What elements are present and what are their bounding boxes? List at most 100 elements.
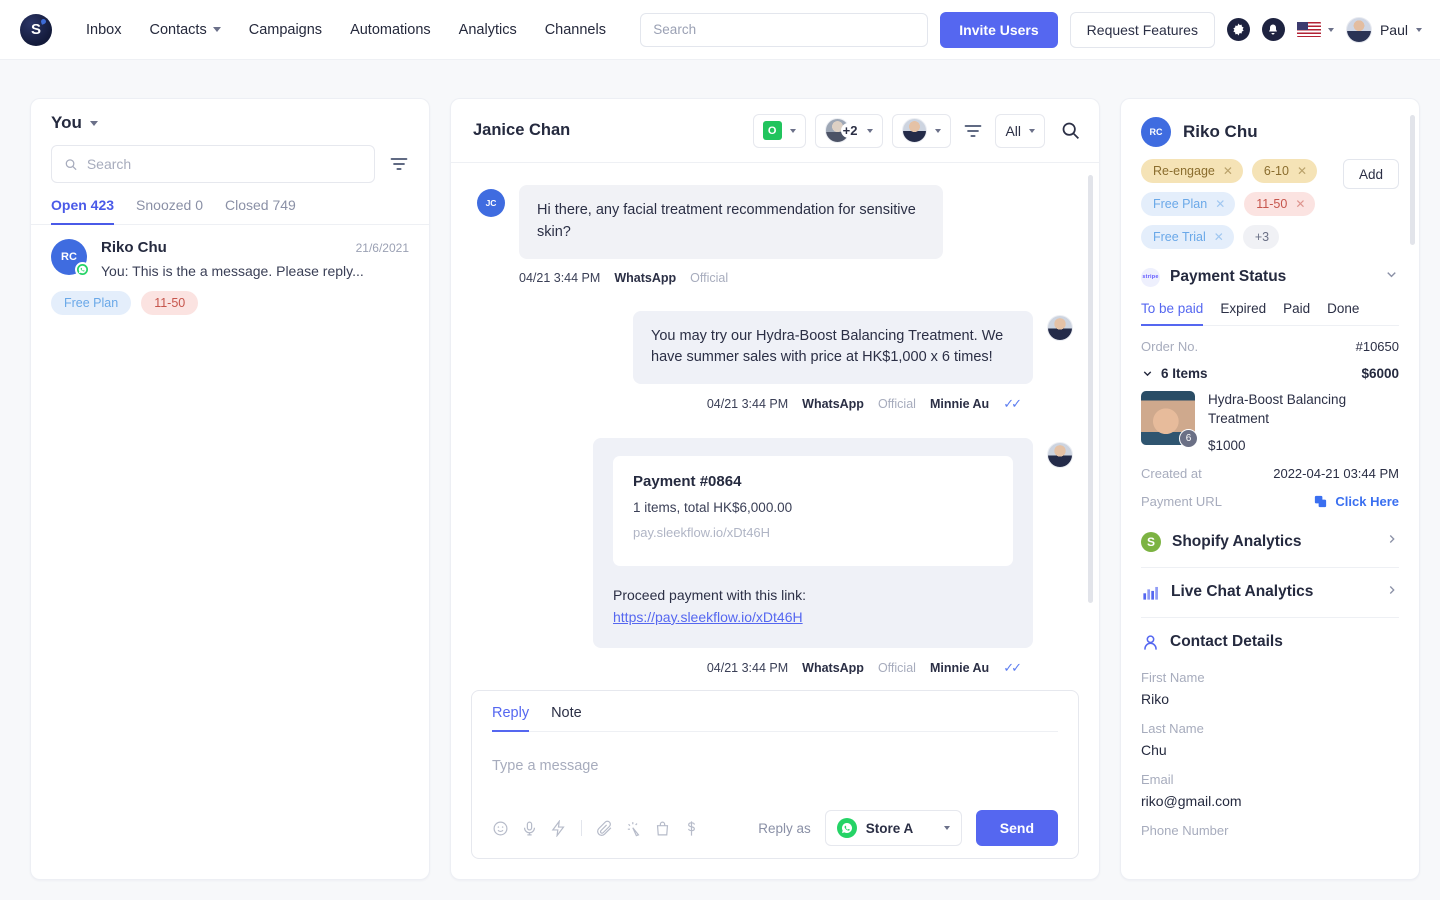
filter-icon[interactable] bbox=[389, 154, 409, 174]
request-features-button[interactable]: Request Features bbox=[1070, 12, 1215, 48]
contact-detail-panel: RC Riko Chu Re-engage ✕ 6-10 ✕ Free Plan… bbox=[1120, 98, 1420, 880]
tab-expired[interactable]: Expired bbox=[1220, 301, 1266, 326]
attachment-icon[interactable] bbox=[596, 820, 613, 837]
nav-item-campaigns[interactable]: Campaigns bbox=[235, 14, 336, 46]
emoji-icon[interactable] bbox=[492, 820, 509, 837]
close-icon[interactable]: ✕ bbox=[1214, 230, 1224, 244]
tab-note[interactable]: Note bbox=[551, 705, 582, 732]
close-icon[interactable]: ✕ bbox=[1297, 164, 1307, 178]
field-value[interactable]: Riko bbox=[1141, 691, 1399, 707]
avatar bbox=[1047, 315, 1073, 341]
payment-card[interactable]: Payment #0864 1 items, total HK$6,000.00… bbox=[613, 456, 1013, 566]
microphone-icon[interactable] bbox=[521, 820, 538, 837]
tag-chip[interactable]: Re-engage ✕ bbox=[1141, 159, 1243, 183]
whatsapp-icon bbox=[75, 262, 90, 277]
message-input[interactable]: Type a message bbox=[492, 732, 1058, 810]
field-label: Phone Number bbox=[1141, 823, 1399, 838]
invite-users-button[interactable]: Invite Users bbox=[940, 12, 1057, 48]
message-meta: 04/21 3:44 PM WhatsApp Official bbox=[477, 271, 1073, 285]
order-items-toggle[interactable]: 6 Items bbox=[1141, 366, 1208, 381]
order-number-row: Order No. #10650 bbox=[1141, 339, 1399, 354]
reply-channel-selector[interactable]: Store A bbox=[825, 810, 962, 846]
tag-chip[interactable]: 11-50 ✕ bbox=[1244, 192, 1315, 216]
app-logo-letter: S bbox=[31, 21, 41, 38]
nav-item-analytics[interactable]: Analytics bbox=[445, 14, 531, 46]
conversation-tags: Free Plan 11-50 bbox=[51, 291, 409, 315]
quick-reply-icon[interactable] bbox=[550, 820, 567, 837]
field-value[interactable]: riko@gmail.com bbox=[1141, 793, 1399, 809]
nav-item-contacts[interactable]: Contacts bbox=[135, 14, 234, 46]
detail-scrollbar[interactable] bbox=[1410, 115, 1415, 245]
status-badge: Free Plan bbox=[51, 291, 131, 315]
avatar: RC bbox=[51, 239, 87, 275]
search-icon[interactable] bbox=[1060, 120, 1081, 141]
close-icon[interactable]: ✕ bbox=[1215, 197, 1225, 211]
payment-title: Payment #0864 bbox=[633, 473, 993, 490]
section-title: Shopify Analytics bbox=[1172, 533, 1301, 551]
global-search[interactable] bbox=[640, 13, 928, 47]
tag-chip[interactable]: Free Plan ✕ bbox=[1141, 192, 1235, 216]
tab-closed[interactable]: Closed 749 bbox=[225, 197, 296, 225]
message-channel: WhatsApp bbox=[802, 661, 864, 674]
message-scope-selector[interactable]: All bbox=[995, 114, 1045, 148]
nav-item-channels[interactable]: Channels bbox=[531, 14, 620, 46]
app-logo[interactable]: S bbox=[20, 14, 52, 46]
add-tag-button[interactable]: Add bbox=[1343, 159, 1399, 189]
tab-snoozed[interactable]: Snoozed 0 bbox=[136, 197, 203, 225]
tab-to-be-paid[interactable]: To be paid bbox=[1141, 301, 1203, 326]
send-button[interactable]: Send bbox=[976, 810, 1058, 846]
payment-url-link[interactable]: Click Here bbox=[1335, 494, 1399, 509]
close-icon[interactable]: ✕ bbox=[1223, 164, 1233, 178]
close-icon[interactable]: ✕ bbox=[1295, 197, 1305, 211]
payment-url-action[interactable]: Click Here bbox=[1313, 494, 1399, 509]
inbox-owner-selector[interactable]: You bbox=[51, 113, 409, 145]
gear-icon[interactable] bbox=[1227, 18, 1250, 41]
tag-chip[interactable]: 6-10 ✕ bbox=[1252, 159, 1317, 183]
order-items-row[interactable]: 6 Items $6000 bbox=[1141, 366, 1399, 381]
user-menu[interactable]: Paul bbox=[1346, 17, 1422, 43]
tags-more-chip[interactable]: +3 bbox=[1243, 225, 1279, 249]
list-item[interactable]: RC Riko Chu 21/6/2021 You: This is the a… bbox=[31, 225, 429, 331]
shopify-icon: S bbox=[1141, 532, 1161, 552]
store-name-label: Store A bbox=[866, 821, 914, 836]
payment-url-label: Payment URL bbox=[1141, 494, 1222, 509]
payment-icon[interactable] bbox=[683, 820, 700, 837]
conversation-search-input[interactable] bbox=[87, 156, 362, 172]
payment-link[interactable]: https://pay.sleekflow.io/xDt46H bbox=[613, 609, 803, 625]
contact-tags: Re-engage ✕ 6-10 ✕ Free Plan ✕ 11-50 ✕ F… bbox=[1141, 159, 1333, 249]
tag-chip[interactable]: Free Trial ✕ bbox=[1141, 225, 1234, 249]
top-nav-actions: Invite Users Request Features Paul bbox=[640, 12, 1422, 48]
language-selector[interactable] bbox=[1297, 22, 1334, 37]
message-meta: 04/21 3:44 PM WhatsApp Official Minnie A… bbox=[477, 660, 1073, 674]
bell-icon[interactable] bbox=[1262, 18, 1285, 41]
filter-icon[interactable] bbox=[963, 121, 983, 141]
toolbar-divider bbox=[581, 820, 582, 836]
assignee-selector[interactable] bbox=[892, 114, 951, 148]
message-channel: WhatsApp bbox=[614, 271, 676, 285]
payment-prompt-block: Proceed payment with this link: https://… bbox=[613, 585, 1013, 628]
nav-item-label: Automations bbox=[350, 22, 431, 38]
shopping-bag-icon[interactable] bbox=[654, 820, 671, 837]
message-account: Official bbox=[878, 397, 916, 411]
section-title: Contact Details bbox=[1170, 633, 1283, 651]
nav-item-inbox[interactable]: Inbox bbox=[72, 14, 135, 46]
search-input[interactable] bbox=[653, 22, 915, 37]
field-value[interactable]: Chu bbox=[1141, 742, 1399, 758]
channel-selector[interactable]: O bbox=[753, 114, 806, 148]
reply-as-label: Reply as bbox=[758, 821, 811, 836]
conversation-search[interactable] bbox=[51, 145, 375, 183]
live-chat-analytics-row[interactable]: Live Chat Analytics bbox=[1141, 568, 1399, 618]
copy-icon bbox=[1313, 494, 1328, 509]
chat-scrollbar[interactable] bbox=[1088, 175, 1093, 603]
tab-open[interactable]: Open 423 bbox=[51, 197, 114, 225]
tab-paid[interactable]: Paid bbox=[1283, 301, 1310, 326]
collaborators-selector[interactable]: +2 bbox=[815, 114, 884, 148]
chevron-down-icon[interactable] bbox=[1384, 267, 1399, 287]
tab-reply[interactable]: Reply bbox=[492, 705, 529, 732]
payment-prompt: Proceed payment with this link: bbox=[613, 587, 806, 603]
nav-item-automations[interactable]: Automations bbox=[336, 14, 445, 46]
order-items-total: $6000 bbox=[1361, 366, 1399, 381]
shopify-analytics-row[interactable]: S Shopify Analytics bbox=[1141, 517, 1399, 568]
tab-done[interactable]: Done bbox=[1327, 301, 1359, 326]
magic-wand-icon[interactable] bbox=[625, 820, 642, 837]
